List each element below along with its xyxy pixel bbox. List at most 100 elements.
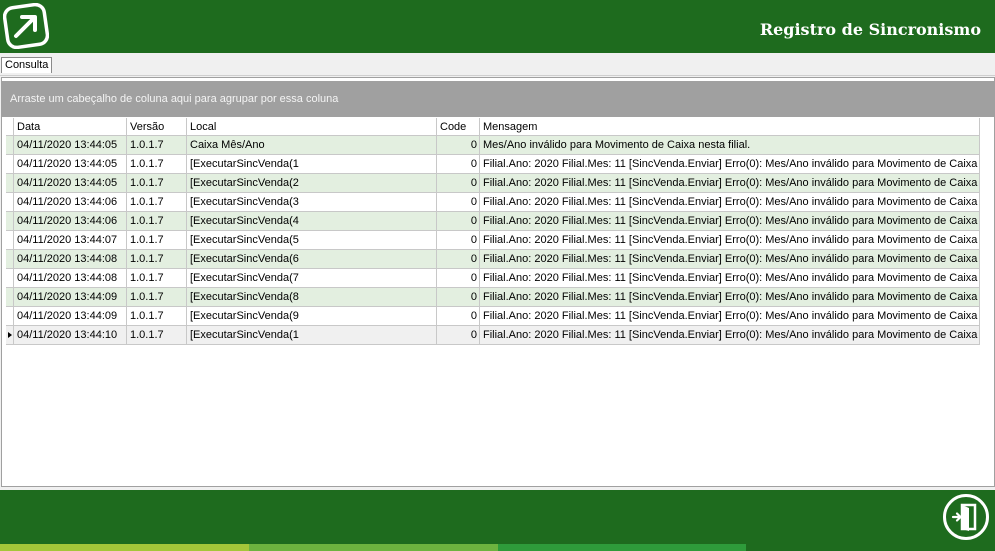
cell-mensagem[interactable]: Filial.Ano: 2020 Filial.Mes: 11 [SincVen…	[480, 174, 980, 192]
cell-data[interactable]: 04/11/2020 13:44:06	[14, 212, 127, 230]
row-indicator-cell[interactable]	[6, 307, 14, 325]
cell-mensagem[interactable]: Filial.Ano: 2020 Filial.Mes: 11 [SincVen…	[480, 307, 980, 325]
group-by-bar[interactable]: Arraste um cabeçalho de coluna aqui para…	[2, 81, 994, 117]
row-indicator-cell[interactable]	[6, 326, 14, 344]
exit-door-icon	[951, 503, 977, 531]
cell-code[interactable]: 0	[437, 307, 480, 325]
table-row[interactable]: 04/11/2020 13:44:05 1.0.1.7 [ExecutarSincV…	[6, 155, 980, 174]
row-indicator-cell[interactable]	[6, 155, 14, 173]
cell-local[interactable]: Caixa Mês/Ano	[187, 136, 437, 154]
tab-strip: Consulta	[0, 53, 995, 76]
cell-mensagem[interactable]: Filial.Ano: 2020 Filial.Mes: 11 [SincVen…	[480, 326, 980, 344]
cell-data[interactable]: 04/11/2020 13:44:10	[14, 326, 127, 344]
cell-local[interactable]: [ExecutarSincVenda(1	[187, 326, 437, 344]
grid-header-row: Data Versão Local Code Mensagem	[6, 118, 980, 136]
row-indicator-cell[interactable]	[6, 212, 14, 230]
cell-versao[interactable]: 1.0.1.7	[127, 212, 187, 230]
cell-versao[interactable]: 1.0.1.7	[127, 250, 187, 268]
cell-code[interactable]: 0	[437, 155, 480, 173]
cell-mensagem[interactable]: Filial.Ano: 2020 Filial.Mes: 11 [SincVen…	[480, 155, 980, 173]
cell-versao[interactable]: 1.0.1.7	[127, 193, 187, 211]
column-header-local[interactable]: Local	[187, 118, 437, 136]
log-grid: Data Versão Local Code Mensagem 04/11/20…	[6, 118, 980, 345]
cell-code[interactable]: 0	[437, 288, 480, 306]
cell-code[interactable]: 0	[437, 174, 480, 192]
footer-color-stripes	[0, 544, 995, 551]
cell-data[interactable]: 04/11/2020 13:44:06	[14, 193, 127, 211]
table-row[interactable]: 04/11/2020 13:44:08 1.0.1.7 [ExecutarSincV…	[6, 250, 980, 269]
column-header-versao[interactable]: Versão	[127, 118, 187, 136]
cell-versao[interactable]: 1.0.1.7	[127, 326, 187, 344]
cell-local[interactable]: [ExecutarSincVenda(8	[187, 288, 437, 306]
cell-mensagem[interactable]: Filial.Ano: 2020 Filial.Mes: 11 [SincVen…	[480, 250, 980, 268]
cell-versao[interactable]: 1.0.1.7	[127, 288, 187, 306]
cell-versao[interactable]: 1.0.1.7	[127, 174, 187, 192]
cell-local[interactable]: [ExecutarSincVenda(9	[187, 307, 437, 325]
row-indicator-cell[interactable]	[6, 269, 14, 287]
footer-stripe	[0, 544, 249, 551]
cell-code[interactable]: 0	[437, 212, 480, 230]
table-row[interactable]: 04/11/2020 13:44:08 1.0.1.7 [ExecutarSincV…	[6, 269, 980, 288]
column-header-mensagem[interactable]: Mensagem	[480, 118, 980, 136]
cell-mensagem[interactable]: Mes/Ano inválido para Movimento de Caixa…	[480, 136, 980, 154]
current-row-arrow-icon	[8, 332, 12, 338]
cell-versao[interactable]: 1.0.1.7	[127, 231, 187, 249]
footer-stripe	[248, 544, 498, 551]
cell-code[interactable]: 0	[437, 250, 480, 268]
cell-local[interactable]: [ExecutarSincVenda(5	[187, 231, 437, 249]
table-row[interactable]: 04/11/2020 13:44:10 1.0.1.7 [ExecutarSincV…	[6, 326, 980, 345]
cell-data[interactable]: 04/11/2020 13:44:05	[14, 174, 127, 192]
cell-code[interactable]: 0	[437, 269, 480, 287]
app-footer	[0, 490, 995, 544]
cell-data[interactable]: 04/11/2020 13:44:07	[14, 231, 127, 249]
cell-mensagem[interactable]: Filial.Ano: 2020 Filial.Mes: 11 [SincVen…	[480, 193, 980, 211]
cell-data[interactable]: 04/11/2020 13:44:08	[14, 250, 127, 268]
cell-data[interactable]: 04/11/2020 13:44:09	[14, 288, 127, 306]
table-row[interactable]: 04/11/2020 13:44:05 1.0.1.7 [ExecutarSincV…	[6, 174, 980, 193]
table-row[interactable]: 04/11/2020 13:44:06 1.0.1.7 [ExecutarSincV…	[6, 212, 980, 231]
column-header-data[interactable]: Data	[14, 118, 127, 136]
cell-versao[interactable]: 1.0.1.7	[127, 307, 187, 325]
row-indicator-cell[interactable]	[6, 250, 14, 268]
table-row[interactable]: 04/11/2020 13:44:05 1.0.1.7 Caixa Mês/Ano 0…	[6, 136, 980, 155]
exit-button[interactable]	[942, 493, 990, 541]
arrow-box-logo-icon	[3, 3, 49, 49]
table-row[interactable]: 04/11/2020 13:44:06 1.0.1.7 [ExecutarSincV…	[6, 193, 980, 212]
table-row[interactable]: 04/11/2020 13:44:09 1.0.1.7 [ExecutarSincV…	[6, 288, 980, 307]
cell-data[interactable]: 04/11/2020 13:44:05	[14, 136, 127, 154]
cell-versao[interactable]: 1.0.1.7	[127, 155, 187, 173]
cell-code[interactable]: 0	[437, 136, 480, 154]
cell-local[interactable]: [ExecutarSincVenda(7	[187, 269, 437, 287]
app-header: Registro de Sincronismo	[0, 0, 995, 53]
cell-data[interactable]: 04/11/2020 13:44:09	[14, 307, 127, 325]
cell-code[interactable]: 0	[437, 231, 480, 249]
cell-local[interactable]: [ExecutarSincVenda(4	[187, 212, 437, 230]
row-indicator-cell[interactable]	[6, 136, 14, 154]
row-indicator-cell[interactable]	[6, 193, 14, 211]
cell-mensagem[interactable]: Filial.Ano: 2020 Filial.Mes: 11 [SincVen…	[480, 231, 980, 249]
cell-mensagem[interactable]: Filial.Ano: 2020 Filial.Mes: 11 [SincVen…	[480, 269, 980, 287]
grid-body: 04/11/2020 13:44:05 1.0.1.7 Caixa Mês/Ano 0…	[6, 136, 980, 345]
page-title: Registro de Sincronismo	[759, 20, 981, 39]
cell-code[interactable]: 0	[437, 326, 480, 344]
cell-mensagem[interactable]: Filial.Ano: 2020 Filial.Mes: 11 [SincVen…	[480, 288, 980, 306]
table-row[interactable]: 04/11/2020 13:44:07 1.0.1.7 [ExecutarSincV…	[6, 231, 980, 250]
cell-local[interactable]: [ExecutarSincVenda(3	[187, 193, 437, 211]
row-indicator-cell[interactable]	[6, 288, 14, 306]
cell-local[interactable]: [ExecutarSincVenda(1	[187, 155, 437, 173]
column-header-code[interactable]: Code	[437, 118, 480, 136]
cell-data[interactable]: 04/11/2020 13:44:08	[14, 269, 127, 287]
table-row[interactable]: 04/11/2020 13:44:09 1.0.1.7 [ExecutarSincV…	[6, 307, 980, 326]
header-indicator-cell	[6, 118, 14, 136]
tab-consulta[interactable]: Consulta	[1, 57, 53, 73]
cell-local[interactable]: [ExecutarSincVenda(2	[187, 174, 437, 192]
row-indicator-cell[interactable]	[6, 231, 14, 249]
cell-mensagem[interactable]: Filial.Ano: 2020 Filial.Mes: 11 [SincVen…	[480, 212, 980, 230]
cell-versao[interactable]: 1.0.1.7	[127, 136, 187, 154]
footer-stripe	[497, 544, 747, 551]
cell-versao[interactable]: 1.0.1.7	[127, 269, 187, 287]
cell-code[interactable]: 0	[437, 193, 480, 211]
row-indicator-cell[interactable]	[6, 174, 14, 192]
cell-local[interactable]: [ExecutarSincVenda(6	[187, 250, 437, 268]
cell-data[interactable]: 04/11/2020 13:44:05	[14, 155, 127, 173]
